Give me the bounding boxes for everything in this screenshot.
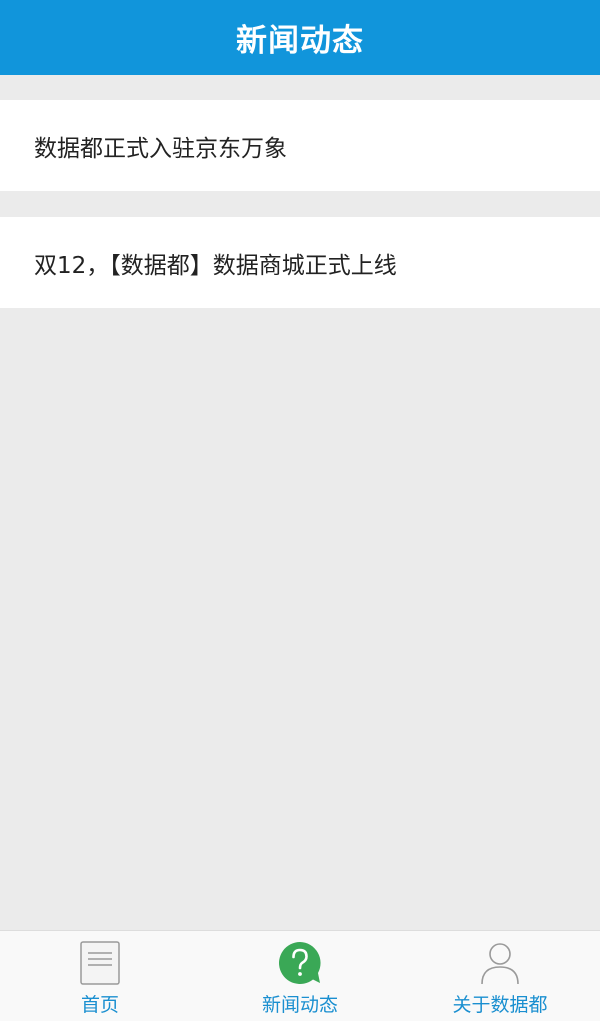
news-list: 数据都正式入驻京东万象 双12，【数据都】数据商城正式上线 [0, 100, 600, 334]
bottom-tab-bar: 首页 新闻动态 关于数据都 [0, 930, 600, 1021]
question-bubble-icon [279, 942, 321, 984]
tab-home-label: 首页 [80, 994, 119, 1016]
page-title: 新闻动态 [236, 23, 364, 59]
tab-news[interactable]: 新闻动态 [200, 931, 400, 1021]
tab-home[interactable]: 首页 [0, 931, 200, 1021]
tab-about[interactable]: 关于数据都 [400, 931, 600, 1021]
app-header: 新闻动态 [0, 0, 600, 75]
news-item-title: 数据都正式入驻京东万象 [34, 135, 287, 162]
tab-about-label: 关于数据都 [452, 994, 548, 1016]
tab-news-label: 新闻动态 [261, 994, 338, 1016]
person-icon [481, 943, 519, 985]
news-item-title: 双12，【数据都】数据商城正式上线 [34, 252, 397, 279]
news-item[interactable]: 数据都正式入驻京东万象 [0, 100, 600, 191]
news-item[interactable]: 双12，【数据都】数据商城正式上线 [0, 217, 600, 308]
document-icon [80, 941, 120, 985]
